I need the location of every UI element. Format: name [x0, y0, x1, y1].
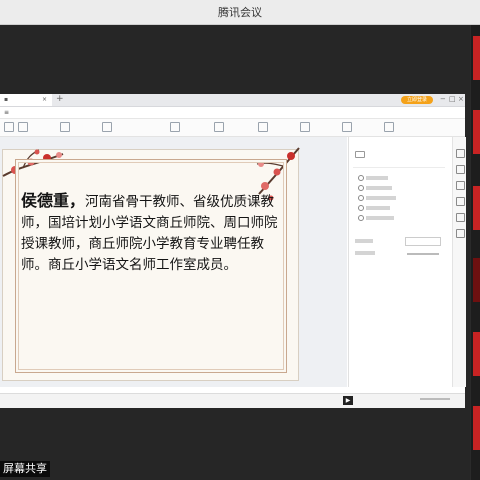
maximize-icon[interactable]: □	[449, 95, 456, 103]
menu-icon[interactable]: ≡	[4, 109, 9, 116]
color-label	[355, 239, 373, 243]
format-icon[interactable]	[18, 122, 28, 132]
status-bar: ▶	[0, 393, 465, 408]
close-window-icon[interactable]: ×	[458, 95, 464, 103]
font-icon[interactable]	[170, 122, 180, 132]
paste-icon[interactable]	[4, 122, 14, 132]
participant-thumb[interactable]	[473, 258, 480, 302]
minimize-icon[interactable]: −	[440, 95, 446, 103]
properties-panel	[348, 137, 453, 387]
ribbon-toolbar	[0, 119, 465, 137]
fill-icon[interactable]	[355, 151, 365, 158]
panel-divider	[353, 167, 445, 168]
slide-canvas[interactable]: 侯德重，河南省骨干教师、省级优质课教师，国培计划小学语文商丘师院、周口师院授课教…	[0, 137, 347, 387]
transparency-label	[355, 251, 375, 255]
property-icon[interactable]	[456, 165, 465, 174]
plus-icon[interactable]: +	[56, 94, 64, 105]
document-tab-icon: ▪	[4, 96, 9, 103]
fill-option-row[interactable]	[358, 195, 396, 202]
shared-screen: ▪ × + 立即登录 − □ × ≡ 侯德重，河南省骨干教师、省级优质课教师，国…	[0, 94, 466, 408]
screen-share-label: 屏幕共享	[0, 461, 50, 477]
login-pill[interactable]: 立即登录	[401, 96, 433, 104]
slide-body-text[interactable]: 侯德重，河南省骨干教师、省级优质课教师，国培计划小学语文商丘师院、周口师院授课教…	[21, 190, 283, 276]
document-tab[interactable]: ▪ ×	[0, 94, 52, 106]
meeting-titlebar: 腾讯会议	[0, 0, 480, 25]
shape-icon[interactable]	[300, 122, 310, 132]
participant-thumb[interactable]	[473, 110, 480, 154]
property-icon[interactable]	[456, 181, 465, 190]
property-icon[interactable]	[456, 149, 465, 158]
layout-icon[interactable]	[102, 122, 112, 132]
zoom-slider[interactable]	[420, 398, 450, 400]
participant-thumb[interactable]	[473, 186, 480, 230]
find-icon[interactable]	[384, 122, 394, 132]
fill-option-row[interactable]	[358, 185, 392, 192]
play-icon[interactable]: ▶	[343, 396, 353, 405]
fill-option-row[interactable]	[358, 205, 390, 212]
close-icon[interactable]: ×	[42, 94, 47, 106]
menu-bar: ≡	[0, 107, 465, 119]
slide[interactable]: 侯德重，河南省骨干教师、省级优质课教师，国培计划小学语文商丘师院、周口师院授课教…	[2, 147, 300, 381]
teacher-name: 侯德重，	[21, 191, 86, 210]
app-tabbar: ▪ × + 立即登录 − □ ×	[0, 94, 465, 107]
panel-sidebar	[452, 137, 466, 387]
textbox-icon[interactable]	[258, 122, 268, 132]
participant-thumb[interactable]	[473, 36, 480, 80]
window-title: 腾讯会议	[218, 6, 262, 19]
participant-thumb[interactable]	[473, 332, 480, 376]
property-icon[interactable]	[456, 197, 465, 206]
arrange-icon[interactable]	[342, 122, 352, 132]
color-select[interactable]	[405, 237, 441, 246]
fill-option-row[interactable]	[358, 215, 394, 222]
fill-option-row[interactable]	[358, 175, 388, 182]
new-slide-icon[interactable]	[60, 122, 70, 132]
transparency-slider[interactable]	[407, 253, 439, 255]
property-icon[interactable]	[456, 229, 465, 238]
property-icon[interactable]	[456, 213, 465, 222]
align-icon[interactable]	[214, 122, 224, 132]
participant-thumb[interactable]	[473, 406, 480, 450]
